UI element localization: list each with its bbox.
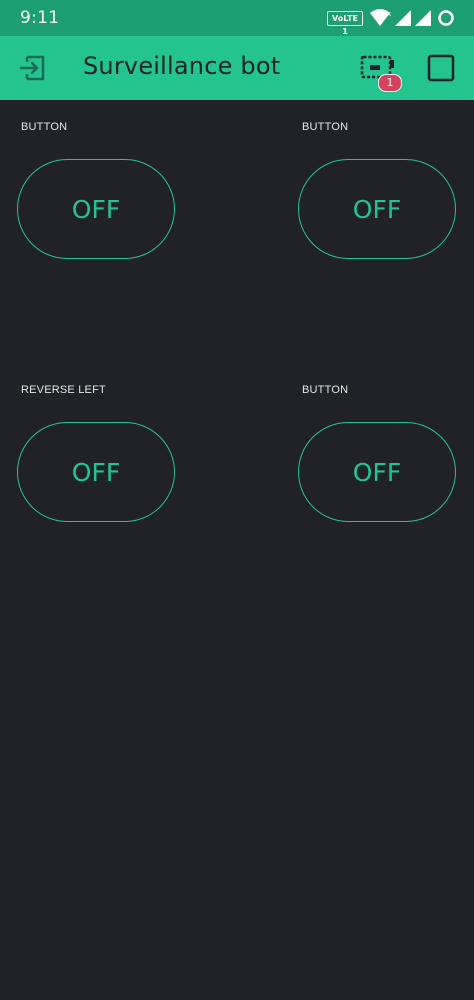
loading-circle-icon: [438, 10, 454, 26]
toggle-button-4[interactable]: OFF: [298, 422, 456, 522]
wifi-icon: x: [370, 9, 391, 26]
svg-text:x: x: [387, 10, 391, 18]
widget-label-2: BUTTON: [302, 121, 349, 133]
widget-label-4: BUTTON: [302, 384, 349, 396]
status-bar: 9:11 VoLTE 1 x: [0, 0, 474, 36]
exit-icon[interactable]: [18, 54, 48, 82]
toggle-button-1[interactable]: OFF: [17, 159, 175, 259]
widget-label-1: BUTTON: [21, 121, 68, 133]
volte-badge: VoLTE 1: [327, 11, 363, 36]
signal-icon: [395, 10, 411, 26]
app-title: Surveillance bot: [83, 52, 281, 80]
signal-icon-2: [415, 10, 431, 26]
status-time: 9:11: [20, 8, 60, 28]
device-badge: 1: [378, 74, 402, 92]
square-icon[interactable]: [427, 54, 455, 82]
app-bar: Surveillance bot 1: [0, 36, 474, 100]
toggle-button-2[interactable]: OFF: [298, 159, 456, 259]
widget-label-3: REVERSE LEFT: [21, 384, 106, 396]
toggle-button-3[interactable]: OFF: [17, 422, 175, 522]
